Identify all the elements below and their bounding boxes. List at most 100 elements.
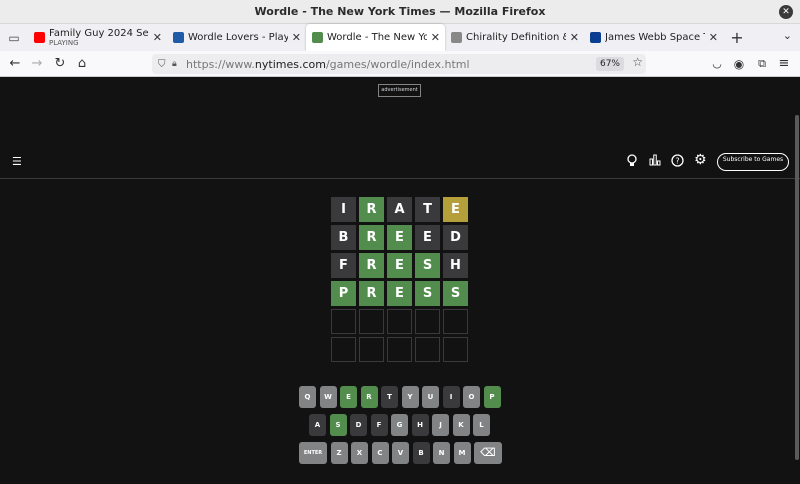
hint-lightbulb-icon[interactable] (626, 154, 638, 170)
tab-favicon-icon (34, 32, 45, 43)
board-tile (443, 309, 468, 334)
menu-icon[interactable]: ≡ (775, 55, 793, 73)
tab-close-icon[interactable]: ✕ (709, 31, 718, 44)
key-t[interactable]: T (381, 386, 398, 408)
board-tile: T (415, 197, 440, 222)
tab-title: Wordle Lovers - Play the (188, 32, 288, 43)
back-arrow-icon[interactable]: ← (6, 55, 24, 73)
board-tile: S (415, 253, 440, 278)
board-tile: R (359, 197, 384, 222)
tab-favicon-icon (173, 32, 184, 43)
subscribe-button[interactable]: Subscribe to Games (717, 153, 789, 171)
tab-2[interactable]: Wordle Lovers - Play the ✕ (167, 24, 306, 51)
key-o[interactable]: O (463, 386, 480, 408)
shield-icon[interactable]: ⛉ (158, 59, 172, 70)
reload-icon[interactable]: ↻ (51, 55, 69, 73)
forward-arrow-icon[interactable]: → (28, 55, 46, 73)
key-n[interactable]: N (433, 442, 450, 464)
board-tile: E (387, 225, 412, 250)
key-s[interactable]: S (329, 414, 347, 436)
extensions-icon[interactable]: ⧉ (753, 55, 771, 73)
url-path: /games/wordle/index.html (325, 57, 470, 71)
window-title: Wordle - The New York Times — Mozilla Fi… (254, 5, 546, 18)
key-x[interactable]: X (351, 442, 368, 464)
board-tile: S (443, 281, 468, 306)
tab-5[interactable]: James Webb Space Tel ✕ (584, 24, 723, 51)
lock-icon[interactable]: 🔒︎ (172, 59, 186, 69)
tab-3[interactable]: Wordle - The New York ✕ (306, 24, 445, 51)
board-tile (331, 309, 356, 334)
board-tile: I (331, 197, 356, 222)
key-k[interactable]: K (452, 414, 470, 436)
tab-favicon-icon (590, 32, 601, 43)
navigation-toolbar: ← → ↻ ⌂ ⛉ 🔒︎ https://www. nytimes.com/gam… (0, 51, 800, 77)
page-scrollbar[interactable] (795, 115, 799, 460)
url-prefix: https://www. (186, 57, 255, 71)
tab-1[interactable]: Family Guy 2024 SeasonPLAYING ✕ (28, 24, 167, 51)
tab-close-icon[interactable]: ✕ (153, 31, 162, 44)
key-g[interactable]: G (391, 414, 408, 436)
tab-close-icon[interactable]: ✕ (292, 31, 301, 44)
url-host: nytimes.com (254, 57, 326, 71)
close-window-icon[interactable]: ✕ (779, 5, 793, 19)
window-titlebar: Wordle - The New York Times — Mozilla Fi… (0, 0, 800, 24)
url-bar[interactable]: ⛉ 🔒︎ https://www. nytimes.com/games/wordl… (152, 54, 646, 74)
pocket-icon[interactable]: ◡ (708, 55, 726, 73)
enter-key[interactable]: ENTER (299, 442, 327, 464)
board-tile (331, 337, 356, 362)
key-l[interactable]: L (473, 414, 490, 436)
tab-close-icon[interactable]: ✕ (431, 31, 440, 44)
tab-title: Wordle - The New York (327, 32, 427, 43)
key-c[interactable]: C (371, 442, 389, 464)
key-u[interactable]: U (422, 386, 439, 408)
board-tile: R (359, 225, 384, 250)
key-z[interactable]: Z (330, 442, 348, 464)
board-tile (359, 309, 384, 334)
backspace-key[interactable]: ⌫ (474, 442, 502, 464)
statistics-icon[interactable] (649, 154, 661, 169)
help-icon[interactable]: ? (671, 154, 684, 170)
tab-title: James Webb Space Tel (605, 32, 705, 43)
board-tile: R (359, 253, 384, 278)
hamburger-menu-icon[interactable]: ☰ (12, 155, 22, 168)
key-d[interactable]: D (350, 414, 367, 436)
key-f[interactable]: F (370, 414, 388, 436)
board-tile: E (415, 225, 440, 250)
tab-list-icon[interactable]: ▭ (0, 24, 28, 51)
tab-overflow-chevron-down-icon[interactable]: ⌄ (783, 29, 792, 42)
key-w[interactable]: W (319, 386, 337, 408)
page-content: advertisement ☰ ? ⚙ Subscribe to Games I… (0, 77, 800, 484)
key-i[interactable]: I (442, 386, 460, 408)
key-y[interactable]: Y (401, 386, 419, 408)
new-tab-button[interactable]: + (723, 24, 751, 51)
zoom-level[interactable]: 67% (595, 57, 624, 71)
board-tile (443, 337, 468, 362)
board-tile (387, 309, 412, 334)
key-e[interactable]: E (340, 386, 357, 408)
key-m[interactable]: M (453, 442, 471, 464)
key-v[interactable]: V (392, 442, 409, 464)
bookmark-star-icon[interactable]: ☆ (632, 55, 643, 69)
key-q[interactable]: Q (299, 386, 316, 408)
board-tile: H (443, 253, 468, 278)
key-b[interactable]: B (412, 442, 430, 464)
home-icon[interactable]: ⌂ (73, 55, 91, 73)
key-r[interactable]: R (360, 386, 378, 408)
key-j[interactable]: J (432, 414, 449, 436)
board-tile: E (443, 197, 468, 222)
board-tile: B (331, 225, 356, 250)
tab-bar: ▭ Family Guy 2024 SeasonPLAYING✕Wordle L… (0, 24, 800, 51)
tab-title: Chirality Definition & M (466, 32, 566, 43)
key-p[interactable]: P (483, 386, 501, 408)
game-header: ☰ ? ⚙ Subscribe to Games (0, 144, 800, 179)
board-tile (359, 337, 384, 362)
key-h[interactable]: H (411, 414, 429, 436)
board-tile: E (387, 253, 412, 278)
svg-text:?: ? (675, 157, 679, 166)
tab-close-icon[interactable]: ✕ (570, 31, 579, 44)
account-icon[interactable]: ◉ (730, 55, 748, 73)
board-tile: E (387, 281, 412, 306)
settings-gear-icon[interactable]: ⚙ (694, 152, 707, 168)
tab-4[interactable]: Chirality Definition & M ✕ (445, 24, 584, 51)
key-a[interactable]: A (309, 414, 326, 436)
